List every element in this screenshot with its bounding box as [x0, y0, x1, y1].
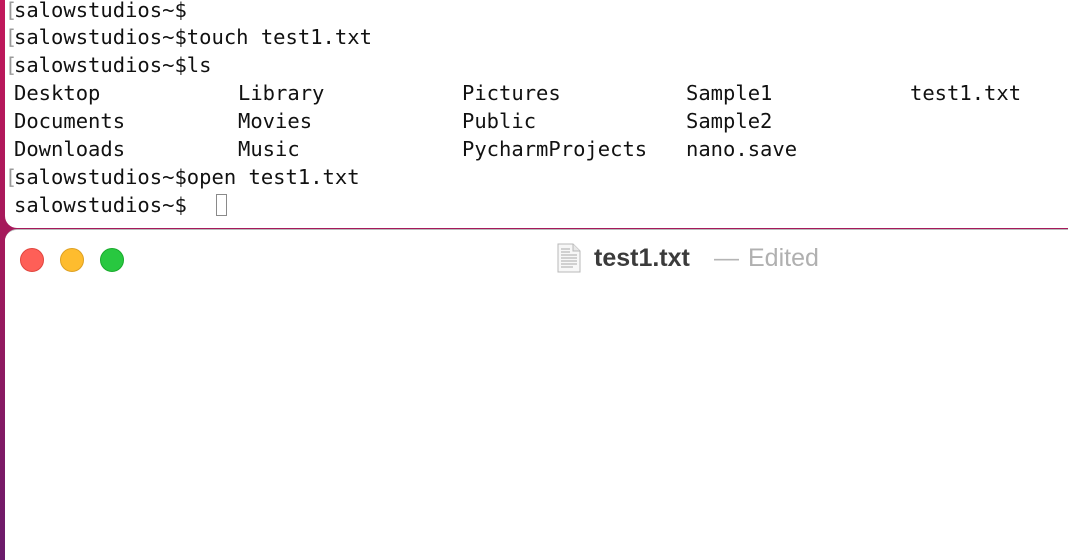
ls-entry: Desktop — [14, 81, 101, 105]
text-document-icon — [557, 243, 581, 273]
ls-entry: Pictures — [462, 81, 561, 105]
ls-entry: Music — [238, 137, 300, 161]
ls-entry: Public — [462, 109, 537, 133]
textedit-window[interactable]: test1.txt — Edited — [5, 229, 1068, 560]
terminal-line-1: salowstudios~$ — [14, 0, 187, 22]
text-editing-area[interactable] — [5, 286, 1068, 560]
window-title-filename[interactable]: test1.txt — [594, 240, 690, 276]
editor-title-bar[interactable]: test1.txt — Edited — [5, 230, 1068, 286]
terminal-cursor — [216, 194, 227, 216]
ls-entry: PycharmProjects — [462, 137, 648, 161]
terminal-line-3: salowstudios~$ls — [14, 53, 212, 77]
zoom-button[interactable] — [100, 248, 124, 272]
terminal-line-4: salowstudios~$open test1.txt — [14, 165, 360, 189]
window-title-separator: — — [714, 244, 739, 272]
ls-entry: Sample1 — [686, 81, 773, 105]
ls-entry: test1.txt — [910, 81, 1022, 105]
terminal-window[interactable]: [ salowstudios~$ [ salowstudios~$touch t… — [5, 0, 1068, 228]
ls-entry: Library — [238, 81, 325, 105]
ls-entry: Movies — [238, 109, 313, 133]
close-button[interactable] — [20, 248, 44, 272]
ls-entry: Downloads — [14, 137, 126, 161]
terminal-line-2: salowstudios~$touch test1.txt — [14, 25, 372, 49]
window-title-status: Edited — [748, 244, 819, 272]
terminal-prompt[interactable]: salowstudios~$ — [14, 192, 187, 218]
minimize-button[interactable] — [60, 248, 84, 272]
ls-entry: nano.save — [686, 137, 798, 161]
ls-entry: Documents — [14, 109, 126, 133]
ls-entry: Sample2 — [686, 109, 773, 133]
